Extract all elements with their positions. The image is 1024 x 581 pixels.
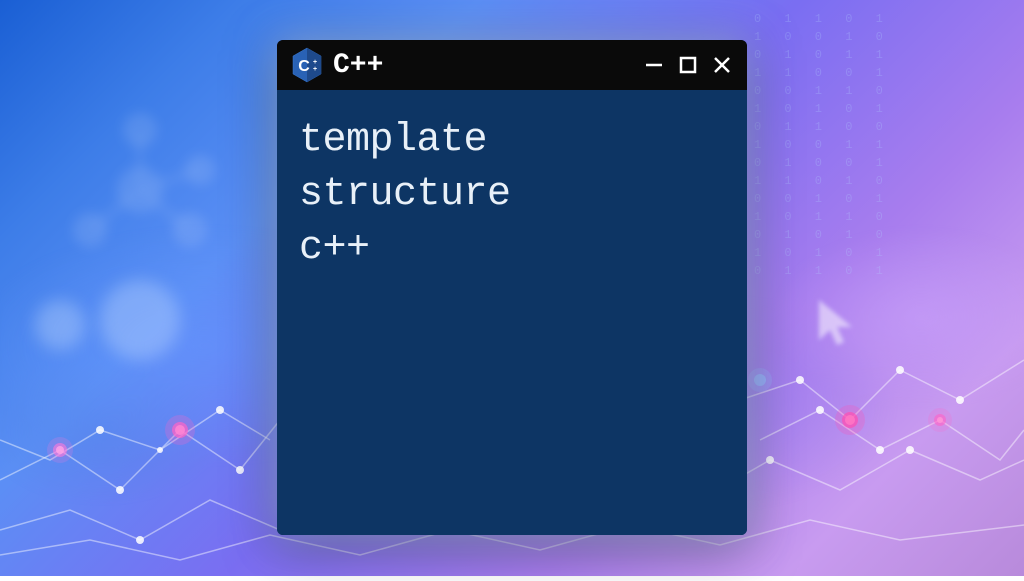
terminal-line: template [299,114,725,168]
maximize-button[interactable] [677,54,699,76]
terminal-line: structure [299,168,725,222]
terminal-line: c++ [299,222,725,276]
terminal-window: C + + C++ template structure c++ [277,40,747,535]
terminal-body[interactable]: template structure c++ [277,90,747,535]
window-controls [643,54,733,76]
cpp-icon: C + + [291,47,323,83]
svg-text:+: + [313,66,317,73]
svg-text:+: + [313,59,317,66]
window-title: C++ [333,50,633,81]
svg-text:C: C [298,58,310,75]
minimize-button[interactable] [643,54,665,76]
close-button[interactable] [711,54,733,76]
title-bar[interactable]: C + + C++ [277,40,747,90]
